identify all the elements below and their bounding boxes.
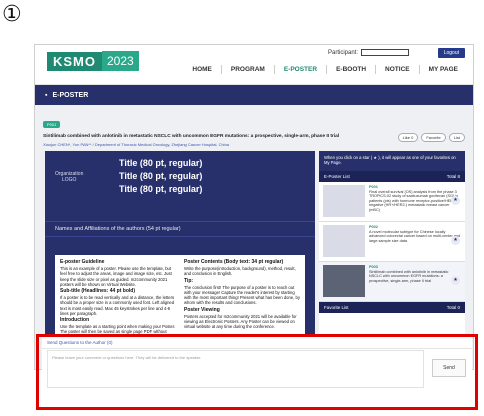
eposter-list-header: E-Poster List Total 8 <box>319 171 465 182</box>
nav-e-poster[interactable]: E-POSTER <box>273 65 326 74</box>
list-item-selected[interactable]: P003 Sintilimab combined with anlotinib … <box>319 262 465 302</box>
poster-section-heading: Tip: <box>184 277 194 284</box>
nav-notice[interactable]: NOTICE <box>375 65 419 74</box>
nav-home[interactable]: HOME <box>183 65 221 74</box>
list-item-title: Final overall survival (OS) analysis fro… <box>369 189 459 212</box>
ksmo-logo[interactable]: KSMO 2023 <box>47 51 139 71</box>
list-button[interactable]: List <box>448 133 465 142</box>
eposter-list-title: E-Poster List <box>324 174 350 179</box>
main-nav: HOME PROGRAM E-POSTER E-BOOTH NOTICE MY … <box>183 65 467 74</box>
favorite-list-total: Total 0 <box>446 305 460 310</box>
favorite-button[interactable]: Favorite <box>421 133 446 142</box>
top-header: KSMO 2023 Participant: Logout HOME PROGR… <box>35 45 473 85</box>
star-icon[interactable]: ★ <box>451 196 460 205</box>
poster-section-text: This is an example of a poster. Please u… <box>60 266 172 287</box>
poster-left-column: E-poster Guideline This is an example of… <box>60 258 176 346</box>
website-frame: KSMO 2023 Participant: Logout HOME PROGR… <box>34 44 474 370</box>
favorite-list-title: Favorite List <box>324 305 349 310</box>
poster-section-text: If a poster is to be read vertically and… <box>60 295 175 316</box>
nav-e-booth[interactable]: E-BOOTH <box>326 65 375 74</box>
poster-section-text: Write the purpose(introduction, backgrou… <box>184 266 296 277</box>
poster-meta: P001 Sintilimab combined with anlotinib … <box>43 113 465 147</box>
favorite-hint: When you click on a star ( ★ ), it will … <box>319 151 465 171</box>
participant-name-box <box>361 49 409 56</box>
nav-program[interactable]: PROGRAM <box>220 65 274 74</box>
poster-section-text: The conclusion first! The purpose of a p… <box>184 284 300 306</box>
poster-section-text: Posters accepted for m2community 2021 wi… <box>184 313 297 330</box>
poster-authors: Xiaojun CHEN*, Yun PAN** / Department of… <box>43 142 230 147</box>
list-item-text: P002 A novel molecular subtype for Chine… <box>369 225 461 258</box>
poster-section-heading: Sub-title (Headlines: 44 pt bold) <box>60 288 136 295</box>
participant-label: Participant: <box>327 49 358 56</box>
section-title: E-POSTER <box>52 91 89 99</box>
poster-section-heading: E-poster Guideline <box>60 259 105 265</box>
page-content: P001 Sintilimab combined with anlotinib … <box>35 105 473 369</box>
list-item-text: P003 Sintilimab combined with anlotinib … <box>369 265 461 298</box>
poster-title-line: Title (80 pt, regular) <box>119 171 203 181</box>
poster-title-line: Title (80 pt, regular) <box>119 158 203 168</box>
question-input[interactable]: Please leave your comment or questions h… <box>47 350 424 388</box>
step-marker: ① <box>2 2 22 27</box>
poster-header: Organization LOGO Title (80 pt, regular) … <box>45 151 315 207</box>
poster-right-column: Poster Contents (Body text: 34 pt regula… <box>184 258 300 346</box>
list-item-title: Sintilimab combined with anlotinib in me… <box>369 269 449 283</box>
list-item-text: P001 Final overall survival (OS) analysi… <box>369 185 461 218</box>
send-button[interactable]: Send <box>432 359 466 377</box>
section-title-bar: ▪ E-POSTER <box>35 85 473 105</box>
poster-affiliations: Names and Affiliations of the authors (5… <box>45 221 315 237</box>
logout-button[interactable]: Logout <box>437 48 465 58</box>
logo-year: 2023 <box>102 51 139 71</box>
poster-thumbnail <box>323 265 365 297</box>
star-icon[interactable]: ★ <box>451 276 460 285</box>
eposter-sidebar: When you click on a star ( ★ ), it will … <box>319 151 465 349</box>
poster-actions: Like 0 Favorite List <box>397 133 465 142</box>
bullet-icon: ▪ <box>45 91 48 99</box>
organization-logo: Organization LOGO <box>55 171 84 183</box>
poster-thumbnail <box>323 185 365 217</box>
eposter-list-total: Total 8 <box>446 174 460 179</box>
poster-titles: Title (80 pt, regular) Title (80 pt, reg… <box>119 157 202 196</box>
questions-label: Send Questions to the Author (0) <box>42 337 472 349</box>
poster-title-line: Title (80 pt, regular) <box>119 184 203 194</box>
highlight-box: Send Questions to the Author (0) Please … <box>36 334 478 410</box>
nav-my-page[interactable]: MY PAGE <box>418 65 467 74</box>
list-item-title: A novel molecular subtype for Chinese lo… <box>369 229 461 243</box>
participant-field: Participant: <box>328 49 409 56</box>
question-panel: Send Questions to the Author (0) Please … <box>42 337 472 397</box>
star-icon[interactable]: ★ <box>451 236 460 245</box>
list-item[interactable]: P001 Final overall survival (OS) analysi… <box>319 182 465 222</box>
poster-section-heading: Introduction <box>60 317 90 324</box>
logo-name: KSMO <box>47 51 102 71</box>
poster-section-heading: Poster Contents (Body text: 34 pt regula… <box>184 259 284 265</box>
poster-viewer[interactable]: Organization LOGO Title (80 pt, regular) … <box>45 151 315 349</box>
list-item[interactable]: P002 A novel molecular subtype for Chine… <box>319 222 465 262</box>
favorite-list-header: Favorite List Total 0 <box>319 302 465 313</box>
poster-badge: P001 <box>43 121 61 128</box>
like-button[interactable]: Like 0 <box>397 133 419 142</box>
poster-section-heading: Poster Viewing <box>184 306 220 313</box>
poster-thumbnail <box>323 225 365 257</box>
